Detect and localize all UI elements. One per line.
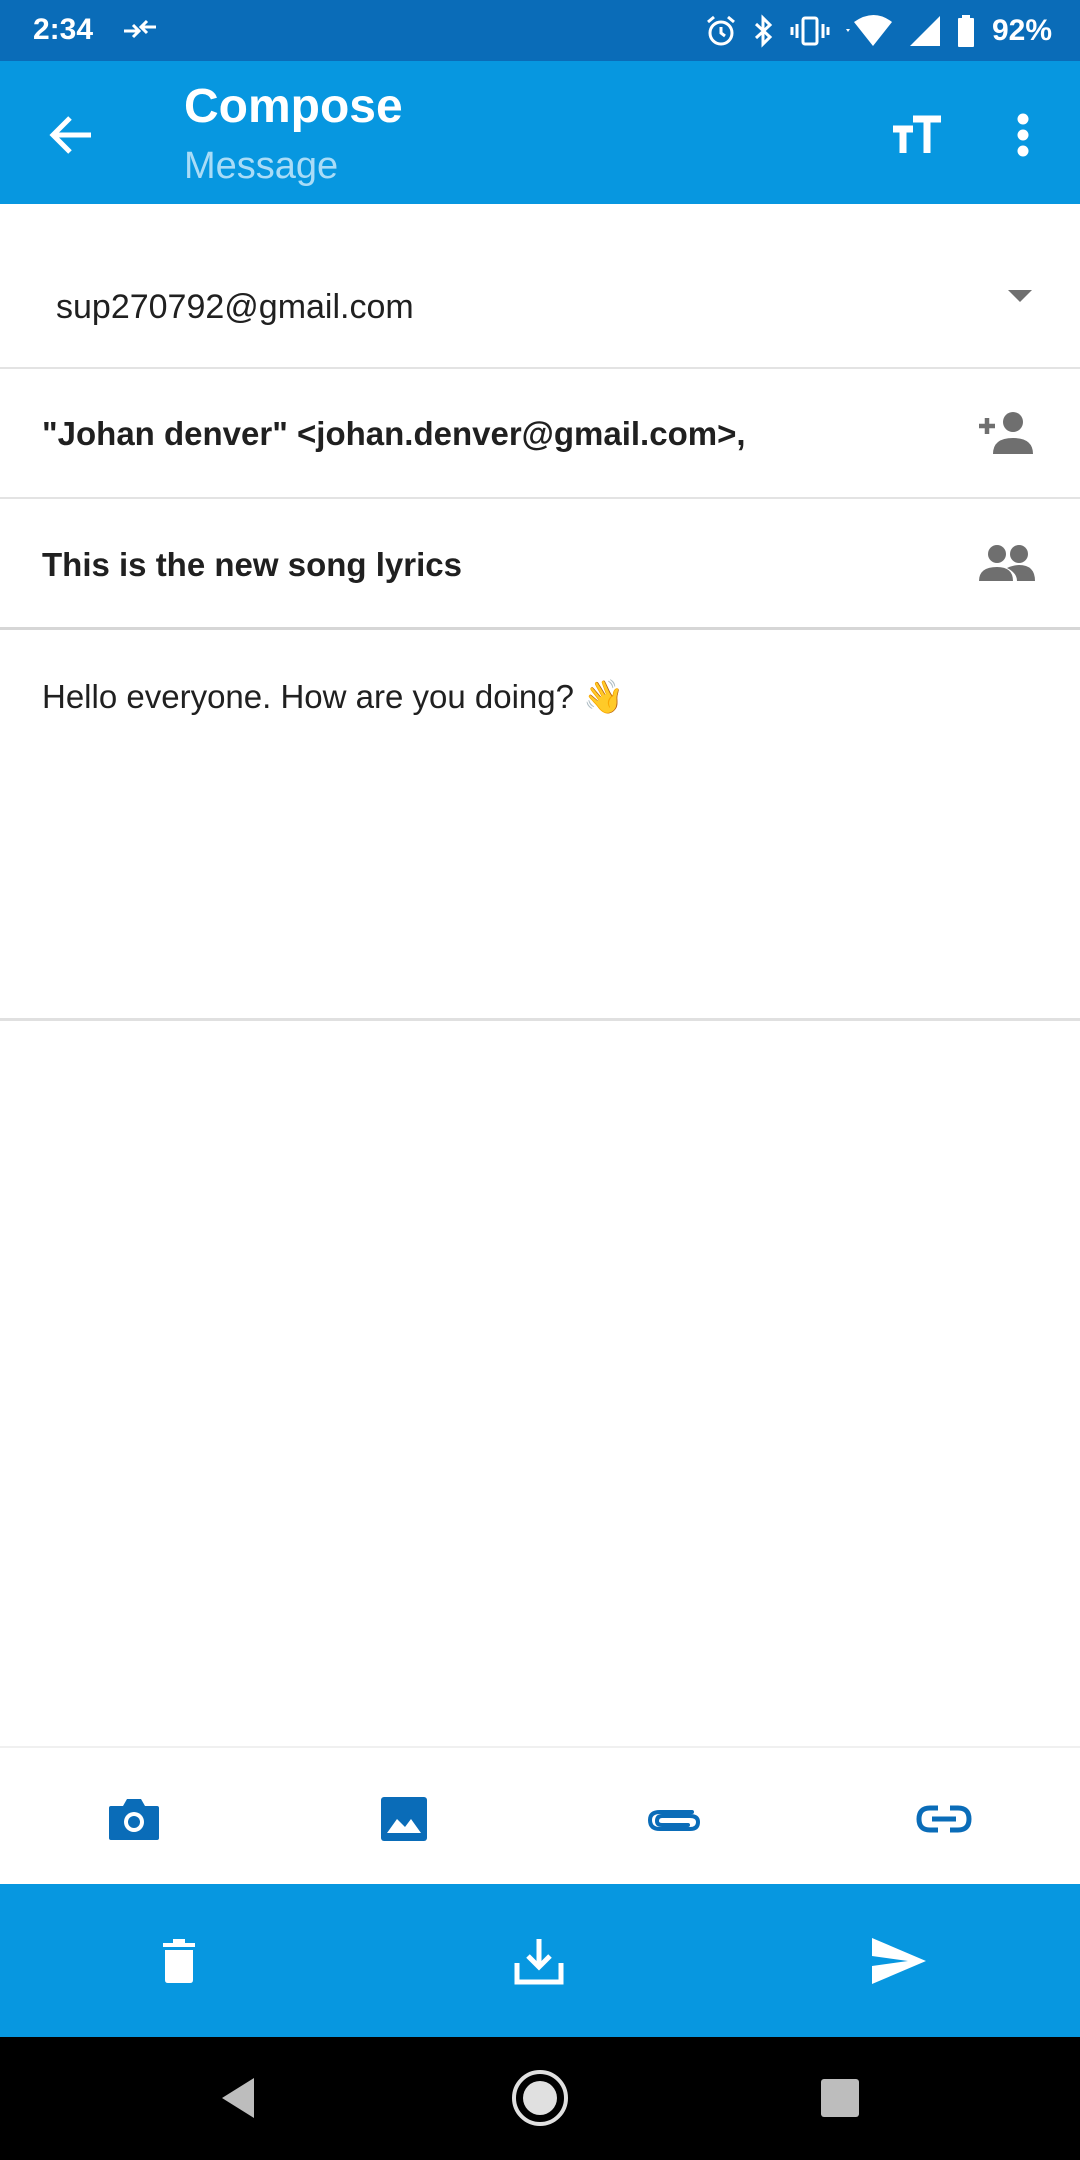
send-button[interactable]	[859, 1924, 939, 1998]
text-format-button[interactable]	[884, 104, 950, 166]
app-bar: Compose Message	[0, 61, 1080, 204]
send-icon	[872, 1938, 926, 1984]
message-body[interactable]: Hello everyone. How are you doing? 👋	[0, 630, 1080, 1021]
status-time: 2:34	[33, 13, 94, 46]
page-subtitle: Message	[184, 145, 339, 187]
camera-icon	[109, 1799, 159, 1840]
paperclip-icon	[647, 1810, 701, 1831]
message-body-text[interactable]: Hello everyone. How are you doing? 👋	[42, 678, 624, 717]
page-title: Compose	[184, 80, 403, 133]
delete-draft-button[interactable]	[139, 1924, 219, 1998]
system-nav-bar	[0, 2037, 1080, 2160]
subject-input[interactable]: This is the new song lyrics	[42, 546, 462, 584]
battery-percent: 92%	[991, 14, 1052, 47]
image-icon	[381, 1797, 427, 1841]
text-size-icon	[893, 115, 941, 153]
data-transfer-icon	[122, 14, 158, 48]
dropdown-arrow-icon[interactable]	[1002, 278, 1038, 314]
status-icons: 92%	[704, 10, 1052, 52]
camera-button[interactable]	[99, 1784, 169, 1854]
to-field[interactable]: "Johan denver" <johan.denver@gmail.com>,	[0, 369, 1080, 499]
person-add-icon	[979, 412, 1033, 454]
subject-field[interactable]: This is the new song lyrics	[0, 499, 1080, 630]
home-circle-icon	[512, 2070, 568, 2126]
back-button[interactable]	[40, 104, 102, 166]
cell-signal-icon	[908, 14, 942, 48]
insert-link-button[interactable]	[909, 1784, 979, 1854]
recents-square-icon	[821, 2079, 859, 2117]
link-icon	[916, 1805, 972, 1833]
attach-file-button[interactable]	[639, 1784, 709, 1854]
arrow-left-icon	[49, 116, 91, 154]
nav-recents-button[interactable]	[800, 2063, 880, 2133]
from-account-selector[interactable]: sup270792@gmail.com	[0, 204, 1080, 369]
wifi-icon	[844, 14, 894, 48]
from-account: sup270792@gmail.com	[56, 288, 414, 326]
more-options-button[interactable]	[1000, 104, 1046, 166]
group-icon	[979, 545, 1035, 581]
nav-back-button[interactable]	[198, 2063, 278, 2133]
to-recipients[interactable]: "Johan denver" <johan.denver@gmail.com>,	[42, 415, 746, 453]
add-recipient-button[interactable]	[974, 403, 1040, 463]
save-draft-button[interactable]	[499, 1924, 579, 1998]
status-bar: 2:34 92%	[0, 0, 1080, 61]
vibrate-icon	[790, 14, 830, 48]
trash-icon	[163, 1939, 195, 1983]
cc-bcc-button[interactable]	[974, 533, 1040, 593]
save-download-icon	[514, 1939, 564, 1985]
empty-content-area	[0, 1021, 1080, 1746]
attachment-toolbar	[0, 1746, 1080, 1884]
compose-action-bar	[0, 1884, 1080, 2037]
nav-home-button[interactable]	[500, 2063, 580, 2133]
image-button[interactable]	[369, 1784, 439, 1854]
alarm-icon	[704, 14, 738, 48]
bluetooth-icon	[752, 14, 776, 48]
more-vert-icon	[1017, 113, 1029, 157]
back-triangle-icon	[222, 2078, 254, 2118]
battery-icon	[956, 14, 976, 48]
